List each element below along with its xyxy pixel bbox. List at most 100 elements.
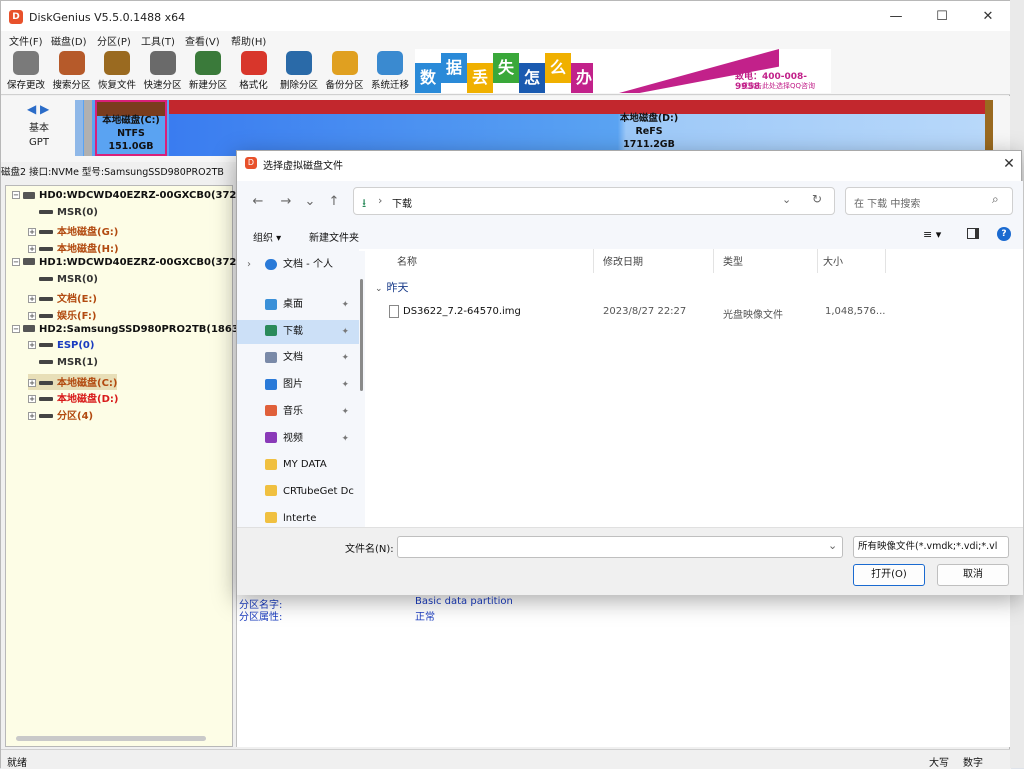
expand-toggle-icon[interactable]: +: [28, 295, 36, 304]
cancel-button[interactable]: 取消: [937, 564, 1009, 586]
filetype-select[interactable]: 所有映像文件(*.vmdk;*.vdi;*.vl: [853, 536, 1009, 558]
menu-item[interactable]: 查看(V): [185, 33, 220, 48]
save-button[interactable]: 保存更改: [3, 51, 49, 95]
preview-pane-icon[interactable]: [967, 228, 979, 239]
nav-item-folder-icon[interactable]: CRTubeGet Dc: [237, 480, 359, 504]
partition-node[interactable]: + 本地磁盘(G:): [28, 223, 118, 239]
expand-chevron-icon[interactable]: ›: [247, 253, 251, 277]
format-button[interactable]: 格式化: [231, 51, 277, 95]
column-type[interactable]: 类型: [723, 253, 743, 268]
banner-qq-link[interactable]: 或点击此处选择QQ咨询: [741, 81, 815, 91]
nav-item-download-icon[interactable]: 下载 ✦: [237, 319, 359, 344]
partition-d-segment[interactable]: 本地磁盘(D:) ReFS 1711.2GB: [169, 100, 985, 156]
partition-node[interactable]: + 分区(4): [28, 407, 93, 423]
close-button[interactable]: ✕: [965, 1, 1011, 33]
column-date[interactable]: 修改日期: [603, 253, 643, 268]
expand-toggle-icon[interactable]: +: [28, 245, 36, 254]
expand-toggle-icon[interactable]: +: [28, 228, 36, 237]
nav-item-folder-icon[interactable]: MY DATA: [237, 453, 359, 477]
partition-node[interactable]: + 娱乐(F:): [28, 307, 96, 323]
expand-toggle-icon[interactable]: +: [28, 341, 36, 350]
expand-toggle-icon[interactable]: +: [28, 311, 36, 320]
expand-toggle-icon[interactable]: +: [28, 395, 36, 404]
filename-dropdown-icon[interactable]: ⌄: [828, 539, 837, 552]
group-header-yesterday[interactable]: ⌄ 昨天: [375, 279, 409, 295]
partition-c-segment[interactable]: 本地磁盘(C:) NTFS 151.0GB: [95, 100, 167, 156]
filename-input[interactable]: ⌄: [397, 536, 843, 558]
partition-node[interactable]: + 本地磁盘(C:): [28, 373, 118, 390]
menu-item[interactable]: 帮助(H): [231, 33, 266, 48]
menu-item[interactable]: 分区(P): [97, 33, 131, 48]
refresh-icon[interactable]: ↻: [812, 192, 822, 206]
nav-item-cloud-icon[interactable]: › 文档 - 个人: [237, 253, 359, 277]
nav-item-desktop-icon[interactable]: 桌面 ✦: [237, 293, 359, 317]
nav-item-music-icon[interactable]: 音乐 ✦: [237, 400, 359, 424]
expand-toggle-icon[interactable]: −: [12, 324, 20, 333]
column-size[interactable]: 大小: [823, 253, 843, 268]
file-type: 光盘映像文件: [723, 310, 783, 321]
migrate-button[interactable]: 系统迁移: [367, 51, 413, 95]
quick-partition-button[interactable]: 快速分区: [140, 51, 186, 95]
partition-node[interactable]: MSR(0): [28, 274, 98, 290]
esp-segment[interactable]: [75, 100, 83, 156]
partition-node[interactable]: + ESP(0): [28, 340, 94, 356]
partition-4-segment[interactable]: [985, 100, 993, 156]
msr-segment[interactable]: [84, 100, 92, 156]
nav-item-documents-icon[interactable]: 文档 ✦: [237, 346, 359, 370]
folder-icon: [265, 485, 277, 497]
disk-nav-arrows-icon[interactable]: ◀ ▶: [27, 102, 49, 116]
forward-arrow-icon[interactable]: →: [275, 191, 297, 213]
dialog-close-button[interactable]: ✕: [997, 153, 1021, 175]
delete-partition-button[interactable]: 删除分区: [276, 51, 322, 95]
search-box[interactable]: 在 下载 中搜索 ⌕: [845, 187, 1013, 215]
partition-node[interactable]: MSR(1): [28, 357, 98, 373]
maximize-button[interactable]: ☐: [919, 1, 965, 33]
search-icon[interactable]: ⌕: [992, 192, 999, 207]
up-arrow-icon[interactable]: ↑: [323, 191, 345, 213]
minimize-button[interactable]: —: [873, 1, 919, 33]
address-dropdown-icon[interactable]: ⌄: [782, 193, 791, 206]
open-button[interactable]: 打开(O): [853, 564, 925, 586]
view-options-icon[interactable]: ≡ ▾: [923, 228, 941, 241]
menu-item[interactable]: 磁盘(D): [51, 33, 87, 48]
partition-node[interactable]: + 本地磁盘(H:): [28, 240, 119, 256]
nav-item-pictures-icon[interactable]: 图片 ✦: [237, 373, 359, 397]
partition-node[interactable]: MSR(0): [28, 207, 98, 223]
banner-block: 失: [493, 53, 519, 83]
partition-node[interactable]: + 本地磁盘(D:): [28, 390, 118, 406]
help-icon[interactable]: ?: [997, 227, 1011, 241]
file-row[interactable]: DS3622_7.2-64570.img 2023/8/27 22:27 光盘映…: [367, 301, 1023, 323]
recover-button[interactable]: 恢复文件: [94, 51, 140, 95]
expand-toggle-icon[interactable]: +: [28, 378, 36, 387]
app-logo-icon: D: [9, 10, 23, 24]
disk-node[interactable]: − HD2:SamsungSSD980PRO2TB(1863G: [12, 324, 247, 340]
caps-indicator: 大写: [929, 758, 949, 769]
search-button[interactable]: 搜索分区: [49, 51, 95, 95]
new-folder-button[interactable]: 新建文件夹: [309, 229, 359, 244]
menu-item[interactable]: 工具(T): [141, 33, 175, 48]
tree-horizontal-scrollbar[interactable]: [16, 736, 206, 741]
back-arrow-icon[interactable]: ←: [247, 191, 269, 213]
file-name: DS3622_7.2-64570.img: [403, 306, 521, 317]
new-partition-button[interactable]: 新建分区: [185, 51, 231, 95]
partition-c-size: 151.0GB: [108, 141, 154, 152]
menu-item[interactable]: 文件(F): [9, 33, 43, 48]
recent-dropdown-icon[interactable]: ⌄: [299, 191, 321, 213]
nav-item-label: 下载: [283, 325, 303, 337]
address-bar[interactable]: ⭳ › 下载 ⌄ ↻: [353, 187, 835, 215]
expand-toggle-icon[interactable]: −: [12, 257, 20, 266]
nav-pane-scrollbar[interactable]: [359, 251, 365, 527]
disk-node[interactable]: − HD0:WDCWD40EZRZ-00GXCB0(3726: [12, 190, 243, 206]
ad-banner[interactable]: 办么怎失丢据数 DiskGenius 团队为您服务 致电：400-008-995…: [415, 49, 831, 93]
partition-node[interactable]: + 文档(E:): [28, 290, 97, 306]
disk-node[interactable]: − HD1:WDCWD40EZRZ-00GXCB0(3726: [12, 257, 243, 273]
backup-button[interactable]: 备份分区: [322, 51, 368, 95]
column-name[interactable]: 名称: [397, 253, 417, 268]
expand-toggle-icon[interactable]: +: [28, 412, 36, 421]
nav-item-videos-icon[interactable]: 视频 ✦: [237, 427, 359, 451]
navigation-pane: › 文档 - 个人 桌面 ✦ 下载 ✦ 文档 ✦ 图片 ✦ 音乐 ✦ 视频 ✦ MY DATA CRTubeG…: [237, 249, 359, 527]
expand-toggle-icon[interactable]: −: [12, 191, 20, 199]
organize-menu[interactable]: 组织 ▾: [253, 229, 281, 244]
nav-item-label: 桌面: [283, 299, 303, 310]
nav-item-folder-icon[interactable]: lnterte: [237, 507, 359, 527]
